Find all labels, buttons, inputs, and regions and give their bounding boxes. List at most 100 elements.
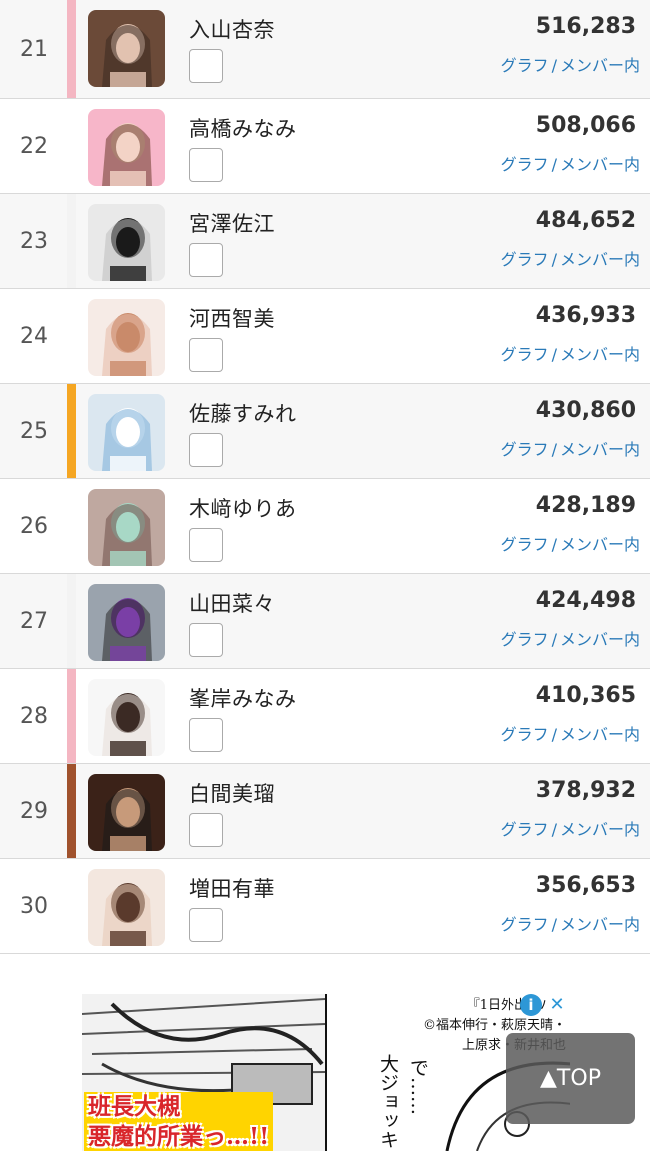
member-links: グラフ / メンバー内 xyxy=(501,531,640,555)
ad-vertical-text-2: で…… xyxy=(407,1058,429,1115)
rank-number: 25 xyxy=(20,418,48,444)
ad-vertical-text-1: 大ジョッキ xyxy=(377,1054,399,1149)
member-rank-link[interactable]: メンバー内 xyxy=(560,155,640,174)
link-separator: / xyxy=(551,250,557,269)
link-separator: / xyxy=(551,820,557,839)
team-color-bar xyxy=(67,384,76,478)
member-photo[interactable] xyxy=(88,869,165,946)
vote-count: 484,652 xyxy=(535,208,636,233)
select-checkbox[interactable] xyxy=(189,528,223,562)
graph-link[interactable]: グラフ xyxy=(501,56,549,75)
member-rank-link[interactable]: メンバー内 xyxy=(560,440,640,459)
advertisement-banner[interactable]: 班長大槻 悪魔的所業っ…!! 『1日外出録ハン ©福本伸行・萩原天晴・ 上原求・… xyxy=(82,994,570,1151)
member-links: グラフ / メンバー内 xyxy=(501,151,640,175)
ad-close-icon[interactable]: ✕ xyxy=(546,994,568,1016)
member-row[interactable]: 30 増田有華 356,653 グラフ / メンバー内 xyxy=(0,859,650,954)
member-name[interactable]: 白間美瑠 xyxy=(189,778,275,808)
member-row[interactable]: 22 高橋みなみ 508,066 グラフ / メンバー内 xyxy=(0,99,650,194)
member-photo[interactable] xyxy=(88,10,165,87)
member-links: グラフ / メンバー内 xyxy=(501,246,640,270)
select-checkbox[interactable] xyxy=(189,433,223,467)
member-name[interactable]: 高橋みなみ xyxy=(189,113,297,143)
link-separator: / xyxy=(551,440,557,459)
select-checkbox[interactable] xyxy=(189,148,223,182)
graph-link[interactable]: グラフ xyxy=(501,535,549,554)
back-to-top-button[interactable]: ▲TOP xyxy=(506,1033,635,1124)
rank-number: 28 xyxy=(20,703,48,729)
member-row[interactable]: 26 木﨑ゆりあ 428,189 グラフ / メンバー内 xyxy=(0,479,650,574)
rank-number: 30 xyxy=(20,893,48,919)
member-photo[interactable] xyxy=(88,299,165,376)
rank-number: 22 xyxy=(20,133,48,159)
member-name[interactable]: 木﨑ゆりあ xyxy=(189,493,297,523)
member-rank-link[interactable]: メンバー内 xyxy=(560,345,640,364)
member-photo[interactable] xyxy=(88,394,165,471)
select-checkbox[interactable] xyxy=(189,338,223,372)
team-color-bar xyxy=(67,669,76,763)
member-row[interactable]: 29 白間美瑠 378,932 グラフ / メンバー内 xyxy=(0,764,650,859)
team-color-bar xyxy=(67,574,76,668)
member-links: グラフ / メンバー内 xyxy=(501,341,640,365)
graph-link[interactable]: グラフ xyxy=(501,250,549,269)
select-checkbox[interactable] xyxy=(189,49,223,83)
member-links: グラフ / メンバー内 xyxy=(501,436,640,460)
rank-number: 26 xyxy=(20,513,48,539)
select-checkbox[interactable] xyxy=(189,908,223,942)
graph-link[interactable]: グラフ xyxy=(501,915,549,934)
member-name[interactable]: 増田有華 xyxy=(189,873,275,903)
member-rank-link[interactable]: メンバー内 xyxy=(560,250,640,269)
link-separator: / xyxy=(551,155,557,174)
select-checkbox[interactable] xyxy=(189,623,223,657)
rank-number: 24 xyxy=(20,323,48,349)
member-rank-link[interactable]: メンバー内 xyxy=(560,535,640,554)
member-photo[interactable] xyxy=(88,584,165,661)
member-name[interactable]: 峯岸みなみ xyxy=(189,683,297,713)
rank-number: 21 xyxy=(20,36,48,62)
link-separator: / xyxy=(551,345,557,364)
link-separator: / xyxy=(551,56,557,75)
rank-number: 23 xyxy=(20,228,48,254)
ad-headline-line1: 班長大槻 xyxy=(88,1093,180,1120)
member-links: グラフ / メンバー内 xyxy=(501,816,640,840)
member-name[interactable]: 山田菜々 xyxy=(189,588,275,618)
graph-link[interactable]: グラフ xyxy=(501,345,549,364)
vote-count: 430,860 xyxy=(535,398,636,423)
link-separator: / xyxy=(551,915,557,934)
member-row[interactable]: 28 峯岸みなみ 410,365 グラフ / メンバー内 xyxy=(0,669,650,764)
vote-count: 516,283 xyxy=(535,14,636,39)
member-photo[interactable] xyxy=(88,679,165,756)
member-rank-link[interactable]: メンバー内 xyxy=(560,820,640,839)
member-photo[interactable] xyxy=(88,204,165,281)
member-row[interactable]: 23 宮澤佐江 484,652 グラフ / メンバー内 xyxy=(0,194,650,289)
member-photo[interactable] xyxy=(88,774,165,851)
member-row[interactable]: 24 河西智美 436,933 グラフ / メンバー内 xyxy=(0,289,650,384)
member-links: グラフ / メンバー内 xyxy=(501,52,640,76)
graph-link[interactable]: グラフ xyxy=(501,725,549,744)
graph-link[interactable]: グラフ xyxy=(501,440,549,459)
member-photo[interactable] xyxy=(88,489,165,566)
member-rank-link[interactable]: メンバー内 xyxy=(560,630,640,649)
member-photo[interactable] xyxy=(88,109,165,186)
ad-info-icon[interactable]: i xyxy=(520,994,542,1016)
vote-count: 378,932 xyxy=(535,778,636,803)
member-name[interactable]: 佐藤すみれ xyxy=(189,398,297,428)
graph-link[interactable]: グラフ xyxy=(501,820,549,839)
member-name[interactable]: 入山杏奈 xyxy=(189,14,275,44)
select-checkbox[interactable] xyxy=(189,813,223,847)
select-checkbox[interactable] xyxy=(189,243,223,277)
member-row[interactable]: 27 山田菜々 424,498 グラフ / メンバー内 xyxy=(0,574,650,669)
link-separator: / xyxy=(551,535,557,554)
link-separator: / xyxy=(551,725,557,744)
member-rank-link[interactable]: メンバー内 xyxy=(560,915,640,934)
member-rank-link[interactable]: メンバー内 xyxy=(560,725,640,744)
member-row[interactable]: 21 入山杏奈 516,283 グラフ / メンバー内 xyxy=(0,0,650,99)
graph-link[interactable]: グラフ xyxy=(501,630,549,649)
member-name[interactable]: 河西智美 xyxy=(189,303,275,333)
graph-link[interactable]: グラフ xyxy=(501,155,549,174)
member-rank-link[interactable]: メンバー内 xyxy=(560,56,640,75)
member-name[interactable]: 宮澤佐江 xyxy=(189,208,275,238)
link-separator: / xyxy=(551,630,557,649)
select-checkbox[interactable] xyxy=(189,718,223,752)
vote-count: 410,365 xyxy=(535,683,636,708)
member-row[interactable]: 25 佐藤すみれ 430,860 グラフ / メンバー内 xyxy=(0,384,650,479)
